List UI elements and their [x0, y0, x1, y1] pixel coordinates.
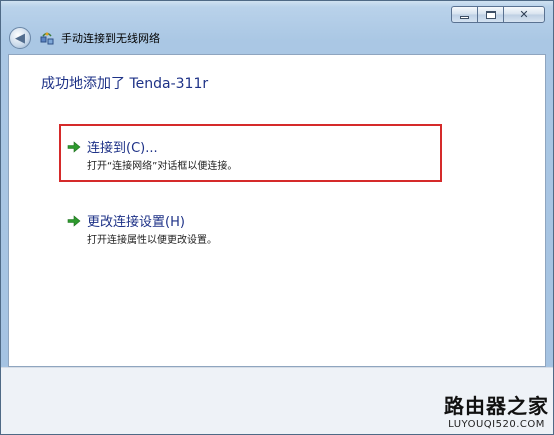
watermark-brand: 路由器之家 [444, 394, 549, 418]
change-settings-description: 打开连接属性以便更改设置。 [87, 235, 217, 246]
close-icon: ✕ [519, 8, 529, 21]
green-arrow-icon [67, 213, 81, 227]
network-icon [39, 30, 55, 46]
watermark: 路由器之家 LUYOUQI520.COM [444, 390, 549, 430]
wizard-footer: 路由器之家 LUYOUQI520.COM [1, 367, 553, 434]
caption-buttons: ✕ [451, 6, 545, 23]
wizard-content: 成功地添加了 Tenda-311r 连接到(C)... 打开“连接网络”对话框以… [8, 54, 546, 367]
window-title: 手动连接到无线网络 [61, 32, 160, 45]
minimize-icon [460, 16, 469, 19]
maximize-button[interactable] [477, 6, 503, 23]
back-button[interactable]: ◀ [9, 27, 31, 49]
green-arrow-icon [67, 139, 81, 153]
minimize-button[interactable] [451, 6, 477, 23]
wizard-header: ◀ 手动连接到无线网络 [9, 25, 160, 51]
close-button[interactable]: ✕ [503, 6, 545, 23]
maximize-icon [485, 10, 496, 19]
change-settings-title: 更改连接设置(H) [87, 215, 185, 230]
connect-option[interactable]: 连接到(C)... 打开“连接网络”对话框以便连接。 [67, 137, 447, 183]
connect-option-description: 打开“连接网络”对话框以便连接。 [87, 161, 238, 172]
back-arrow-icon: ◀ [15, 30, 25, 46]
watermark-site: LUYOUQI520.COM [448, 419, 545, 430]
connect-option-title: 连接到(C)... [87, 141, 158, 156]
change-settings-option[interactable]: 更改连接设置(H) 打开连接属性以便更改设置。 [67, 211, 447, 247]
wizard-window: ✕ ◀ 手动连接到无线网络 成功地添加了 Tenda-311r 连接到(C)..… [0, 0, 554, 435]
success-heading: 成功地添加了 Tenda-311r [41, 76, 209, 92]
